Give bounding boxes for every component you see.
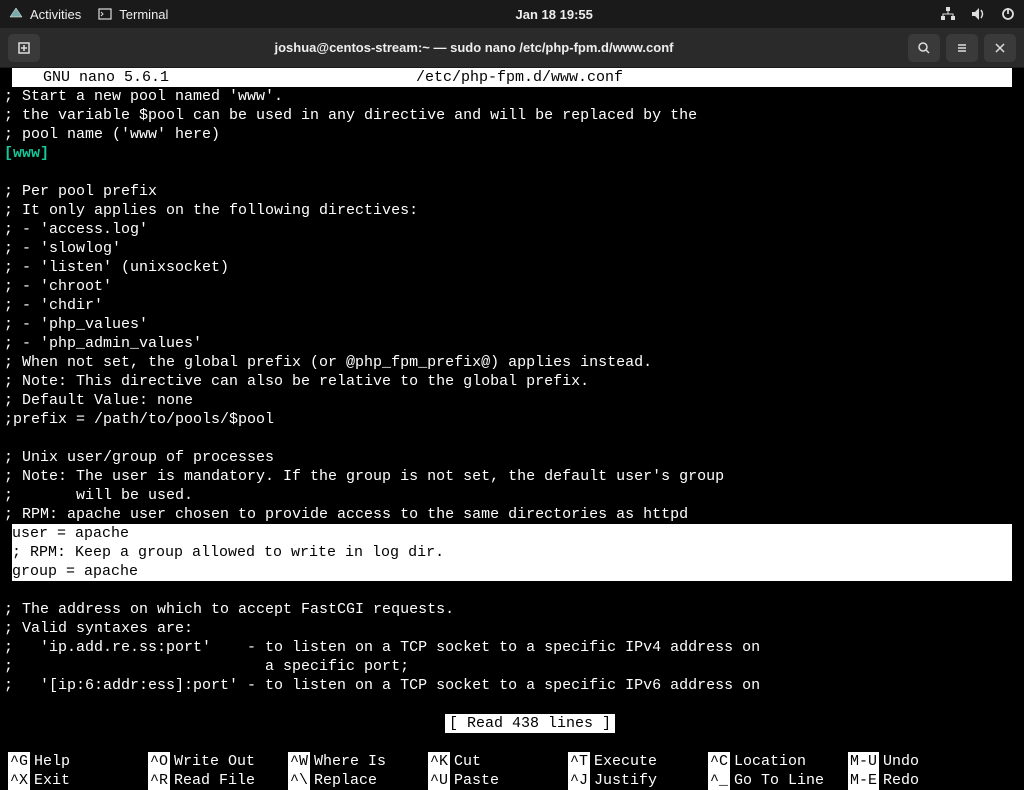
editor-line: ; The address on which to accept FastCGI… (0, 600, 1024, 619)
terminal-output[interactable]: GNU nano 5.6.1 /etc/php-fpm.d/www.conf ;… (0, 68, 1024, 790)
editor-line: ; Default Value: none (0, 391, 1024, 410)
shortcut-key: M-E (848, 771, 879, 790)
shortcut-key: ^J (568, 771, 590, 790)
shortcut-item: ^TExecute (564, 752, 704, 771)
shortcut-key: ^U (428, 771, 450, 790)
editor-line: ; the variable $pool can be used in any … (0, 106, 1024, 125)
editor-line: ; - 'chroot' (0, 277, 1024, 296)
shortcut-item: ^_Go To Line (704, 771, 844, 790)
activities-label: Activities (30, 7, 81, 22)
editor-line: ; RPM: apache user chosen to provide acc… (0, 505, 1024, 524)
shortcut-item: ^XExit (4, 771, 144, 790)
gnome-topbar: Activities Terminal Jan 18 19:55 (0, 0, 1024, 28)
shortcut-key: ^_ (708, 771, 730, 790)
shortcut-label: Cut (450, 752, 481, 771)
shortcut-item: ^JJustify (564, 771, 704, 790)
editor-line: ; a specific port; (0, 657, 1024, 676)
editor-line (0, 581, 1024, 600)
editor-line: ; When not set, the global prefix (or @p… (0, 353, 1024, 372)
shortcut-label: Undo (879, 752, 919, 771)
window-title: joshua@centos-stream:~ — sudo nano /etc/… (48, 40, 900, 55)
shortcut-label: Location (730, 752, 806, 771)
editor-line: ; - 'listen' (unixsocket) (0, 258, 1024, 277)
shortcut-key: ^R (148, 771, 170, 790)
shortcut-label: Justify (590, 771, 657, 790)
editor-line: ; Valid syntaxes are: (0, 619, 1024, 638)
editor-line: ;prefix = /path/to/pools/$pool (0, 410, 1024, 429)
shortcut-label: Help (30, 752, 70, 771)
editor-line (0, 163, 1024, 182)
editor-line: ; - 'chdir' (0, 296, 1024, 315)
editor-line: ; - 'slowlog' (0, 239, 1024, 258)
power-icon[interactable] (1000, 6, 1016, 22)
shortcut-key: ^X (8, 771, 30, 790)
nano-shortcuts: ^GHelp^OWrite Out^WWhere Is^KCut^TExecut… (0, 752, 1024, 790)
nano-app-name: GNU nano 5.6.1 (16, 68, 416, 87)
editor-line: ; Start a new pool named 'www'. (0, 87, 1024, 106)
new-tab-button[interactable] (8, 34, 40, 62)
shortcut-key: ^C (708, 752, 730, 771)
editor-line: ; RPM: Keep a group allowed to write in … (12, 543, 1012, 562)
nano-file-path: /etc/php-fpm.d/www.conf (416, 68, 1008, 87)
shortcut-item: ^KCut (424, 752, 564, 771)
terminal-icon (97, 6, 113, 22)
shortcut-key: ^O (148, 752, 170, 771)
shortcut-label: Execute (590, 752, 657, 771)
shortcut-label: Where Is (310, 752, 386, 771)
shortcut-item: ^UPaste (424, 771, 564, 790)
shortcut-key: ^T (568, 752, 590, 771)
editor-line: ; pool name ('www' here) (0, 125, 1024, 144)
editor-line: ; Note: The user is mandatory. If the gr… (0, 467, 1024, 486)
menu-button[interactable] (946, 34, 978, 62)
pool-section: [www] (0, 144, 1024, 163)
shortcut-item: ^GHelp (4, 752, 144, 771)
shortcut-item: M-ERedo (844, 771, 984, 790)
terminal-app-menu[interactable]: Terminal (97, 6, 168, 22)
shortcut-item: ^CLocation (704, 752, 844, 771)
clock[interactable]: Jan 18 19:55 (168, 7, 940, 22)
volume-icon[interactable] (970, 6, 986, 22)
highlighted-block: user = apache; RPM: Keep a group allowed… (12, 524, 1012, 581)
editor-line: ; '[ip:6:addr:ess]:port' - to listen on … (0, 676, 1024, 695)
network-icon[interactable] (940, 6, 956, 22)
editor-line: ; - 'access.log' (0, 220, 1024, 239)
shortcut-label: Paste (450, 771, 499, 790)
editor-line: ; Unix user/group of processes (0, 448, 1024, 467)
editor-line: ; 'ip.add.re.ss:port' - to listen on a T… (0, 638, 1024, 657)
terminal-app-label: Terminal (119, 7, 168, 22)
activities-button[interactable]: Activities (8, 6, 81, 22)
editor-line: ; - 'php_values' (0, 315, 1024, 334)
shortcut-key: ^W (288, 752, 310, 771)
editor-line: ; - 'php_admin_values' (0, 334, 1024, 353)
shortcut-key: M-U (848, 752, 879, 771)
shortcut-key: ^\ (288, 771, 310, 790)
shortcut-item: M-UUndo (844, 752, 984, 771)
editor-line: ; Per pool prefix (0, 182, 1024, 201)
search-button[interactable] (908, 34, 940, 62)
nano-status: [ Read 438 lines ] (0, 695, 1024, 752)
shortcut-label: Redo (879, 771, 919, 790)
shortcut-label: Replace (310, 771, 377, 790)
close-button[interactable] (984, 34, 1016, 62)
shortcut-label: Go To Line (730, 771, 824, 790)
editor-line: ; will be used. (0, 486, 1024, 505)
editor-line (0, 429, 1024, 448)
editor-line: ; It only applies on the following direc… (0, 201, 1024, 220)
shortcut-key: ^K (428, 752, 450, 771)
activities-icon (8, 6, 24, 22)
editor-line: group = apache (12, 562, 1012, 581)
window-titlebar: joshua@centos-stream:~ — sudo nano /etc/… (0, 28, 1024, 68)
shortcut-item: ^WWhere Is (284, 752, 424, 771)
editor-line: user = apache (12, 524, 1012, 543)
shortcut-label: Write Out (170, 752, 255, 771)
nano-header: GNU nano 5.6.1 /etc/php-fpm.d/www.conf (12, 68, 1012, 87)
shortcut-key: ^G (8, 752, 30, 771)
shortcut-item: ^OWrite Out (144, 752, 284, 771)
shortcut-item: ^RRead File (144, 771, 284, 790)
shortcut-item: ^\Replace (284, 771, 424, 790)
shortcut-label: Exit (30, 771, 70, 790)
shortcut-label: Read File (170, 771, 255, 790)
editor-line: ; Note: This directive can also be relat… (0, 372, 1024, 391)
